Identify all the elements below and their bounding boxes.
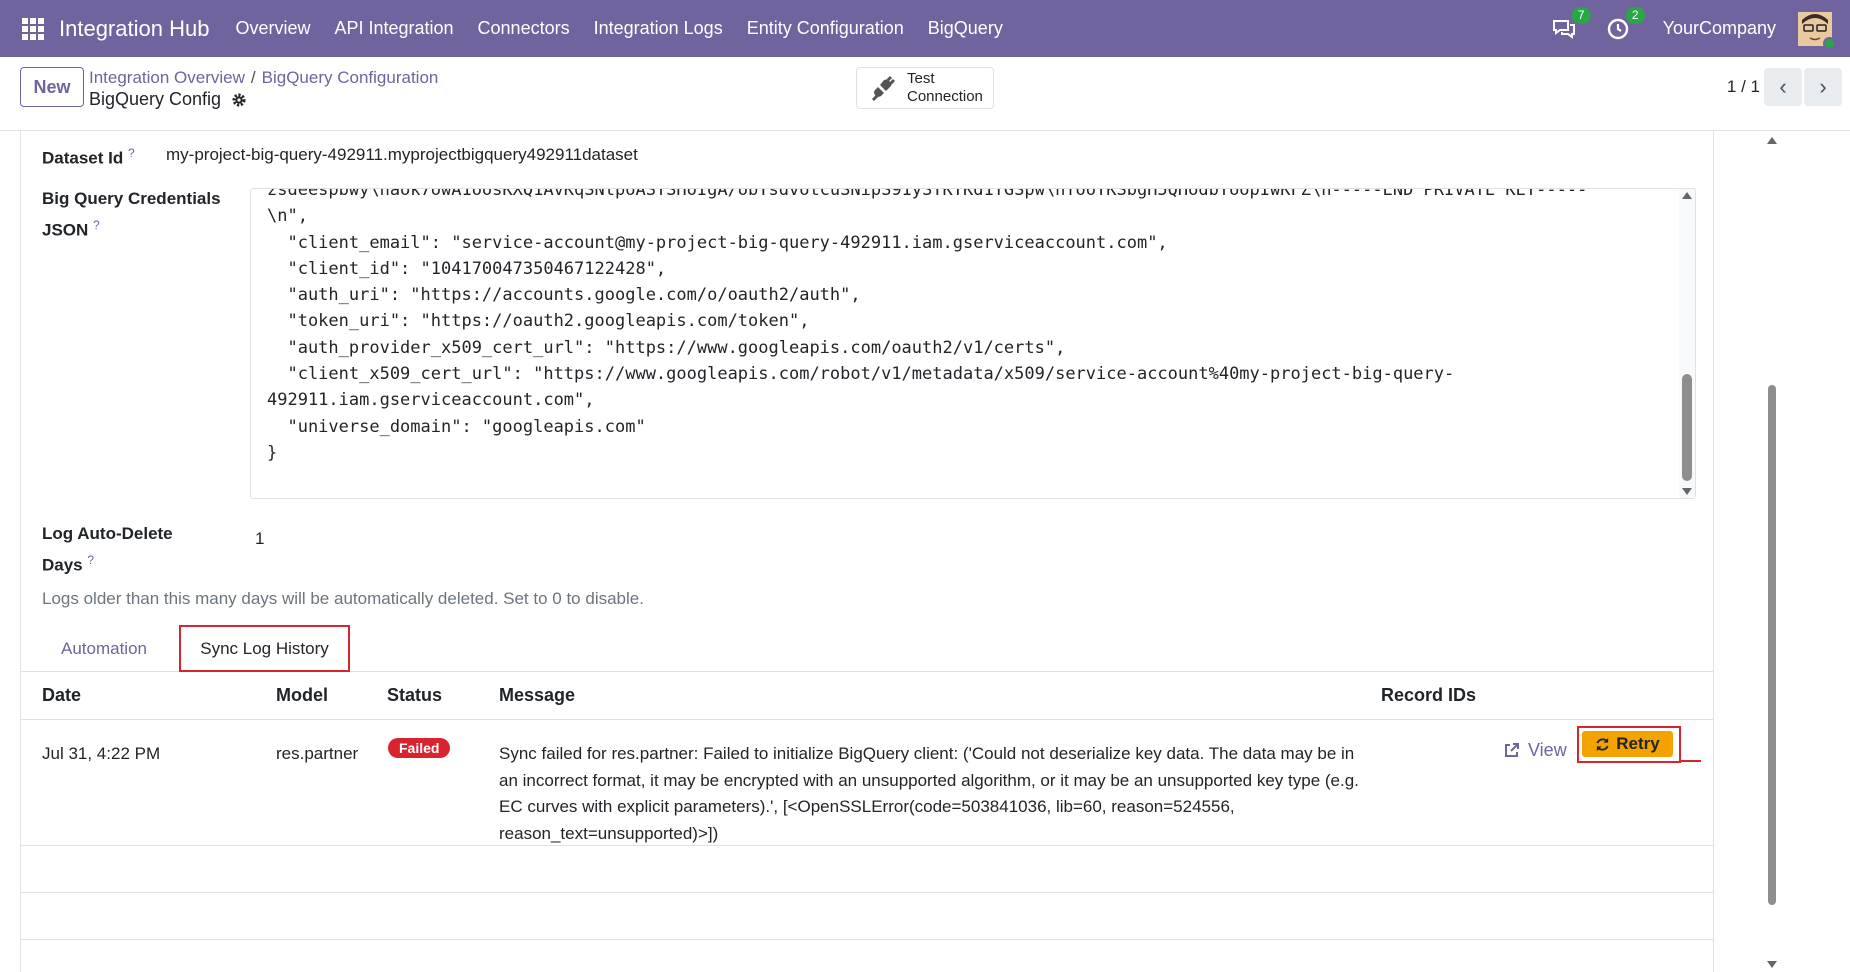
help-tooltip-icon[interactable]: ? (128, 146, 135, 160)
breadcrumb-separator: / (250, 68, 256, 87)
menu-connectors[interactable]: Connectors (478, 18, 570, 39)
scroll-up-icon[interactable] (1767, 137, 1777, 144)
breadcrumb-integration-overview[interactable]: Integration Overview (89, 68, 245, 87)
refresh-icon (1596, 737, 1609, 751)
control-panel: New Integration Overview / BigQuery Config… (0, 57, 1850, 131)
menu-bigquery[interactable]: BigQuery (928, 18, 1003, 39)
credentials-json-textarea[interactable]: zsdeespbwy\naok7owA1oosKXQ1AvKqSNtpoASYS… (250, 188, 1696, 499)
messages-badge: 7 (1571, 6, 1591, 24)
retry-button[interactable]: Retry (1582, 731, 1673, 757)
company-switcher[interactable]: YourCompany (1663, 18, 1776, 39)
online-status-icon (1823, 36, 1836, 50)
credentials-json-text: zsdeespbwy\naok7owA1oosKXQ1AvKqSNtpoASYS… (267, 188, 1588, 463)
test-connection-button[interactable]: Test Connection (856, 67, 994, 109)
scrollbar-thumb[interactable] (1682, 374, 1692, 481)
row-model: res.partner (276, 744, 359, 763)
empty-row (21, 846, 1713, 893)
sync-log-table: Date Model Status Message Record IDs Jul… (21, 672, 1713, 972)
record-title: BigQuery Config (89, 89, 247, 110)
page-scrollbar-thumb[interactable] (1768, 385, 1776, 905)
credentials-label-line1: Big Query Credentials (42, 189, 221, 208)
log-auto-delete-help: Logs older than this many days will be a… (42, 589, 644, 608)
menu-overview[interactable]: Overview (235, 18, 310, 39)
gear-icon[interactable] (231, 92, 247, 108)
form-sheet: Dataset Id ? my-project-big-query-492911… (20, 131, 1714, 972)
empty-row (21, 893, 1713, 940)
column-record-ids[interactable]: Record IDs (1381, 685, 1476, 706)
scroll-down-icon[interactable] (1767, 961, 1777, 968)
view-button[interactable]: View (1503, 740, 1567, 761)
activities-badge: 2 (1625, 6, 1645, 24)
retry-highlight: Retry (1577, 726, 1681, 763)
menu-api-integration[interactable]: API Integration (334, 18, 453, 39)
chevron-right-icon: › (1819, 74, 1827, 99)
plug-icon (871, 75, 896, 102)
row-date: Jul 31, 4:22 PM (42, 744, 161, 763)
table-row[interactable]: Jul 31, 4:22 PM res.partner Failed Sync … (21, 720, 1713, 846)
external-link-icon (1505, 743, 1519, 757)
log-days-label-line1: Log Auto-Delete (42, 524, 173, 543)
notebook-tabs: Automation Sync Log History (21, 625, 1713, 672)
status-badge: Failed (388, 738, 451, 758)
record-name: BigQuery Config (89, 89, 222, 109)
breadcrumb-bigquery-configuration[interactable]: BigQuery Configuration (262, 68, 439, 87)
activities-clock-icon[interactable]: 2 (1605, 6, 1645, 42)
textarea-scrollbar[interactable] (1679, 189, 1695, 498)
column-status[interactable]: Status (387, 685, 442, 706)
apps-grid-icon[interactable] (22, 17, 44, 40)
menu-integration-logs[interactable]: Integration Logs (594, 18, 723, 39)
log-auto-delete-label: Log Auto-Delete Days ? (42, 521, 173, 579)
credentials-label-line2: JSON (42, 220, 89, 240)
messages-icon[interactable]: 7 (1551, 6, 1591, 42)
empty-row (21, 940, 1713, 972)
pager-value[interactable]: 1 / 1 (1727, 77, 1760, 97)
page-scrollbar[interactable] (1766, 131, 1780, 972)
user-avatar[interactable] (1798, 11, 1836, 50)
column-message[interactable]: Message (499, 685, 575, 706)
log-days-label-line2: Days (42, 555, 83, 575)
test-connection-line2: Connection (907, 88, 983, 105)
view-label: View (1528, 740, 1567, 760)
app-brand[interactable]: Integration Hub (59, 16, 209, 42)
new-button[interactable]: New (20, 67, 84, 107)
top-navbar: Integration Hub Overview API Integration… (0, 0, 1850, 57)
scroll-up-icon[interactable] (1682, 192, 1692, 199)
dataset-id-label: Dataset Id ? (42, 140, 135, 172)
table-header: Date Model Status Message Record IDs (21, 672, 1713, 720)
scroll-down-icon[interactable] (1682, 488, 1692, 495)
dataset-id-value[interactable]: my-project-big-query-492911.myprojectbig… (166, 145, 638, 165)
column-model[interactable]: Model (276, 685, 328, 706)
dataset-id-label-text: Dataset Id (42, 148, 124, 168)
pager-previous-button[interactable]: ‹ (1764, 68, 1802, 106)
pager-next-button[interactable]: › (1804, 68, 1842, 106)
test-connection-line1: Test (907, 70, 935, 87)
log-auto-delete-value[interactable]: 1 (255, 529, 264, 549)
row-message: Sync failed for res.partner: Failed to i… (499, 744, 1359, 843)
annotation-underline (1681, 760, 1701, 762)
help-tooltip-icon[interactable]: ? (87, 553, 94, 567)
tab-sync-log-history[interactable]: Sync Log History (179, 625, 350, 672)
credentials-json-label: Big Query Credentials JSON ? (42, 186, 221, 244)
column-date[interactable]: Date (42, 685, 81, 706)
breadcrumb: Integration Overview / BigQuery Configurat… (89, 68, 438, 88)
retry-label: Retry (1616, 734, 1660, 753)
tab-automation[interactable]: Automation (41, 625, 167, 672)
menu-entity-configuration[interactable]: Entity Configuration (747, 18, 904, 39)
help-tooltip-icon[interactable]: ? (93, 218, 100, 232)
chevron-left-icon: ‹ (1779, 74, 1787, 99)
